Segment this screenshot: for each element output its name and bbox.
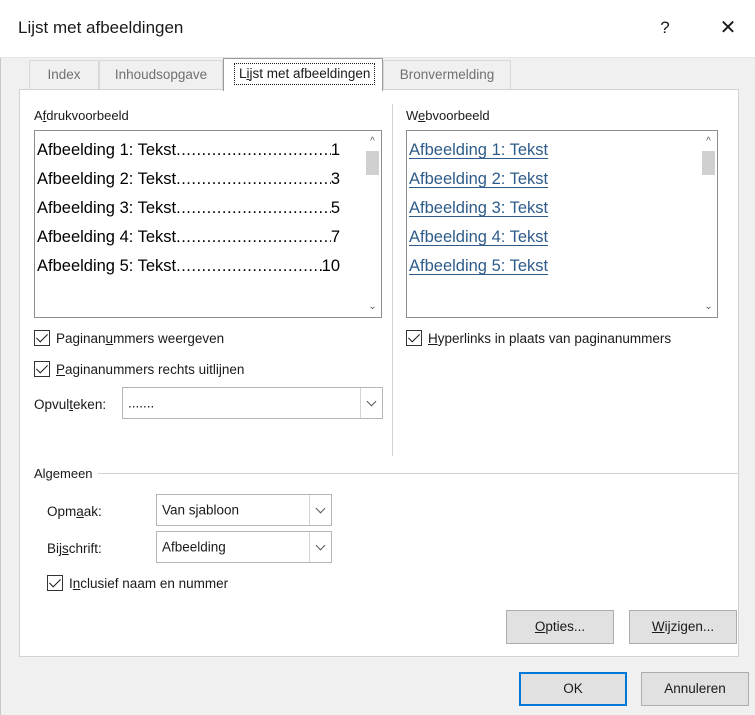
- print-preview-scrollbar[interactable]: ^ ⌄: [364, 131, 381, 317]
- print-preview-entry: Afbeelding 4: Tekst.....................…: [37, 228, 340, 246]
- caption-value: Afbeelding: [162, 539, 226, 555]
- web-preview-entry: Afbeelding 3: Tekst: [409, 199, 549, 217]
- format-value: Van sjabloon: [162, 502, 240, 518]
- web-preview-entry: Afbeelding 1: Tekst: [409, 141, 549, 159]
- print-preview-entry: Afbeelding 5: Tekst.....................…: [37, 257, 340, 275]
- tab-citations[interactable]: Bronvermelding: [383, 60, 511, 90]
- print-preview-entry: Afbeelding 1: Tekst.....................…: [37, 141, 340, 159]
- hyperlinks-checkbox[interactable]: Hyperlinks in plaats van paginanummers: [406, 330, 671, 346]
- chevron-down-icon[interactable]: [360, 388, 382, 418]
- tab-leader-value: .......: [128, 395, 155, 411]
- tab-list-of-figures[interactable]: Lijst met afbeeldingen: [223, 58, 383, 91]
- chevron-down-icon[interactable]: [309, 495, 331, 525]
- checkbox-checked-icon[interactable]: [406, 330, 422, 346]
- dialog-body: Index Inhoudsopgave Lijst met afbeelding…: [0, 58, 755, 715]
- format-label: Opmaak:: [47, 504, 102, 519]
- options-button[interactable]: Opties...: [506, 610, 614, 644]
- vertical-divider: [392, 104, 393, 456]
- print-preview-box[interactable]: Afbeelding 1: Tekst.....................…: [34, 130, 382, 318]
- scroll-thumb[interactable]: [366, 151, 379, 175]
- checkbox-checked-icon[interactable]: [47, 575, 63, 591]
- web-preview-entry: Afbeelding 5: Tekst: [409, 257, 549, 275]
- include-label-text: Inclusief naam en nummer: [69, 575, 229, 591]
- web-preview-entry: Afbeelding 4: Tekst: [409, 228, 549, 246]
- general-heading: Algemeen: [34, 466, 93, 481]
- help-button[interactable]: ?: [651, 14, 679, 42]
- tab-index-label: Index: [47, 67, 81, 82]
- chevron-down-icon[interactable]: [309, 532, 331, 562]
- tab-citations-label: Bronvermelding: [399, 67, 495, 82]
- checkbox-checked-icon[interactable]: [34, 361, 50, 377]
- show-page-numbers-checkbox[interactable]: Paginanummers weergeven: [34, 330, 224, 346]
- scroll-down-icon[interactable]: ⌄: [364, 298, 381, 315]
- tab-leader-label: Opvulteken:: [34, 397, 107, 412]
- dialog-title: Lijst met afbeeldingen: [18, 18, 184, 37]
- hyperlinks-label: Hyperlinks in plaats van paginanummers: [428, 330, 672, 346]
- cancel-button[interactable]: Annuleren: [641, 672, 749, 706]
- tab-panel: Afdrukvoorbeeld Afbeelding 1: Tekst.....…: [19, 89, 739, 657]
- right-align-checkbox[interactable]: Paginanummers rechts uitlijnen: [34, 361, 244, 377]
- tab-strip: Index Inhoudsopgave Lijst met afbeelding…: [19, 58, 739, 91]
- tab-leader-select[interactable]: .......: [122, 387, 383, 419]
- web-preview-scrollbar[interactable]: ^ ⌄: [700, 131, 717, 317]
- modify-button[interactable]: Wijzigen...: [629, 610, 737, 644]
- ok-button[interactable]: OK: [519, 672, 627, 706]
- format-select[interactable]: Van sjabloon: [156, 494, 332, 526]
- caption-label: Bijschrift:: [47, 541, 102, 556]
- general-divider: [98, 473, 738, 474]
- show-page-numbers-label: Paginanummers weergeven: [56, 330, 225, 346]
- close-icon[interactable]: ✕: [714, 14, 742, 42]
- include-label-checkbox[interactable]: Inclusief naam en nummer: [47, 575, 228, 591]
- tab-toc-label: Inhoudsopgave: [114, 67, 208, 82]
- web-preview-label: Webvoorbeeld: [406, 108, 490, 123]
- tab-toc[interactable]: Inhoudsopgave: [99, 60, 223, 90]
- scroll-down-icon[interactable]: ⌄: [700, 298, 717, 315]
- print-preview-label: Afdrukvoorbeeld: [34, 108, 129, 123]
- right-align-label: Paginanummers rechts uitlijnen: [56, 361, 245, 377]
- tab-list-of-figures-label: Lijst met afbeeldingen: [234, 63, 376, 85]
- tab-index[interactable]: Index: [29, 60, 99, 90]
- web-preview-box[interactable]: Afbeelding 1: Tekst Afbeelding 2: Tekst …: [406, 130, 718, 318]
- web-preview-entry: Afbeelding 2: Tekst: [409, 170, 549, 188]
- scroll-up-icon[interactable]: ^: [700, 133, 717, 150]
- print-preview-entry: Afbeelding 2: Tekst.....................…: [37, 170, 340, 188]
- scroll-up-icon[interactable]: ^: [364, 133, 381, 150]
- title-bar: Lijst met afbeeldingen ? ✕: [0, 0, 755, 58]
- checkbox-checked-icon[interactable]: [34, 330, 50, 346]
- caption-select[interactable]: Afbeelding: [156, 531, 332, 563]
- print-preview-entry: Afbeelding 3: Tekst.....................…: [37, 199, 340, 217]
- scroll-thumb[interactable]: [702, 151, 715, 175]
